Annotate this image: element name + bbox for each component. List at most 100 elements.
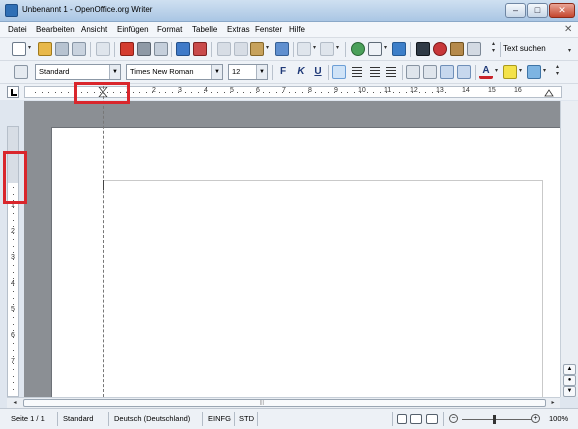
italic-button[interactable]: K xyxy=(294,65,308,79)
show-draw-functions-icon[interactable] xyxy=(392,42,406,56)
bold-button[interactable]: F xyxy=(276,65,290,79)
page-style-indicator[interactable]: Standard xyxy=(63,414,93,423)
numbering-icon[interactable] xyxy=(406,65,420,79)
ruler-tick xyxy=(41,92,43,93)
font-name-select[interactable]: Times New Roman ▼ xyxy=(126,64,223,80)
clone-formatting-icon[interactable] xyxy=(275,42,289,56)
data-sources-icon[interactable] xyxy=(467,42,481,56)
zoom-in-button[interactable]: + xyxy=(531,414,540,423)
selection-mode-indicator[interactable]: STD xyxy=(239,414,254,423)
email-icon[interactable] xyxy=(72,42,86,56)
spellcheck-icon[interactable] xyxy=(176,42,190,56)
page-preview-icon[interactable] xyxy=(154,42,168,56)
scroll-right-button[interactable]: ▸ xyxy=(548,399,558,407)
close-button[interactable]: ✕ xyxy=(549,3,575,18)
justify-icon[interactable] xyxy=(384,65,398,79)
menu-format[interactable]: Format xyxy=(157,25,182,34)
edit-file-icon[interactable] xyxy=(96,42,110,56)
scroll-left-button[interactable]: ◂ xyxy=(10,399,20,407)
redo-icon[interactable] xyxy=(320,42,334,56)
ruler-tick xyxy=(295,92,296,93)
styles-formatting-icon[interactable] xyxy=(14,65,28,79)
close-document-icon[interactable]: ✕ xyxy=(564,24,572,35)
background-color-icon[interactable] xyxy=(527,65,541,79)
zoom-level[interactable]: 100% xyxy=(549,414,568,423)
horizontal-scrollbar[interactable]: ◂ ||| ▸ xyxy=(7,397,560,408)
gallery-icon[interactable] xyxy=(450,42,464,56)
style-dropdown-arrow[interactable]: ▼ xyxy=(109,65,120,79)
font-dropdown-arrow[interactable]: ▼ xyxy=(211,65,222,79)
paragraph-style-select[interactable]: Standard ▼ xyxy=(35,64,121,80)
align-right-icon[interactable] xyxy=(367,65,381,79)
ruler-tick xyxy=(204,92,205,93)
minimize-button[interactable]: – xyxy=(505,3,526,18)
table-icon[interactable] xyxy=(368,42,382,56)
ruler-tick xyxy=(347,92,348,93)
hyperlink-icon[interactable] xyxy=(351,42,365,56)
ruler-tick xyxy=(13,343,14,344)
undo-icon[interactable] xyxy=(297,42,311,56)
ruler-tick xyxy=(334,92,335,93)
previous-page-button[interactable]: ▲ xyxy=(563,364,576,375)
new-document-icon[interactable] xyxy=(12,42,26,56)
menu-bar: Datei Bearbeiten Ansicht Einfügen Format… xyxy=(0,22,578,38)
menu-hilfe[interactable]: Hilfe xyxy=(289,25,305,34)
ruler-tick xyxy=(438,92,439,93)
ruler-tick xyxy=(13,252,14,253)
cut-icon[interactable] xyxy=(217,42,231,56)
tab-stop-selector-icon[interactable] xyxy=(7,86,19,98)
zoom-slider-thumb[interactable] xyxy=(493,415,496,424)
bullets-icon[interactable] xyxy=(423,65,437,79)
status-bar: Seite 1 / 1 Standard Deutsch (Deutschlan… xyxy=(0,408,578,429)
menu-ansicht[interactable]: Ansicht xyxy=(81,25,107,34)
save-icon[interactable] xyxy=(55,42,69,56)
font-size-select[interactable]: 12 ▼ xyxy=(228,64,268,80)
decrease-indent-icon[interactable] xyxy=(440,65,454,79)
multi-page-view-icon[interactable] xyxy=(410,414,422,424)
horizontal-scroll-thumb[interactable] xyxy=(23,399,546,407)
vertical-scrollbar[interactable]: ▲ ● ▼ xyxy=(560,101,578,397)
align-left-icon[interactable] xyxy=(332,65,346,79)
document-page[interactable] xyxy=(51,127,560,397)
ruler-tick xyxy=(171,92,173,93)
book-view-icon[interactable] xyxy=(426,414,438,424)
export-pdf-icon[interactable] xyxy=(120,42,134,56)
highlighting-icon[interactable] xyxy=(503,65,517,79)
next-page-button[interactable]: ▼ xyxy=(563,386,576,397)
ruler-tick xyxy=(13,245,14,247)
insert-mode-indicator[interactable]: EINFG xyxy=(208,414,231,423)
zoom-out-button[interactable]: − xyxy=(449,414,458,423)
increase-indent-icon[interactable] xyxy=(457,65,471,79)
menu-extras[interactable]: Extras xyxy=(227,25,250,34)
menu-einfuegen[interactable]: Einfügen xyxy=(117,25,149,34)
right-indent-marker-icon[interactable] xyxy=(544,88,554,97)
ruler-tick xyxy=(386,92,387,93)
menu-bearbeiten[interactable]: Bearbeiten xyxy=(36,25,75,34)
menu-tabelle[interactable]: Tabelle xyxy=(192,25,217,34)
standard-toolbar: ▾ ▾ ▾ ▾ ▾ ▴ ▾ Text suchen ▾ xyxy=(0,38,578,61)
paste-icon[interactable] xyxy=(250,42,264,56)
ruler-tick xyxy=(340,92,342,93)
language-indicator[interactable]: Deutsch (Deutschland) xyxy=(114,414,190,423)
print-icon[interactable] xyxy=(137,42,151,56)
page-indicator[interactable]: Seite 1 / 1 xyxy=(11,414,45,423)
find-replace-icon[interactable] xyxy=(416,42,430,56)
ruler-tick xyxy=(178,92,179,93)
open-icon[interactable] xyxy=(38,42,52,56)
menu-datei[interactable]: Datei xyxy=(8,25,27,34)
maximize-button[interactable]: □ xyxy=(527,3,548,18)
ruler-tick xyxy=(425,92,426,93)
menu-fenster[interactable]: Fenster xyxy=(255,25,282,34)
text-search-label[interactable]: Text suchen xyxy=(503,44,546,53)
align-center-icon[interactable] xyxy=(350,65,364,79)
ruler-tick xyxy=(399,92,400,93)
single-page-view-icon[interactable] xyxy=(397,414,407,424)
zoom-slider-track[interactable] xyxy=(462,419,532,420)
navigation-button[interactable]: ● xyxy=(563,375,576,386)
underline-button[interactable]: U xyxy=(311,65,325,79)
copy-icon[interactable] xyxy=(234,42,248,56)
autospellcheck-icon[interactable] xyxy=(193,42,207,56)
size-dropdown-arrow[interactable]: ▼ xyxy=(256,65,267,79)
navigator-icon[interactable] xyxy=(433,42,447,56)
font-color-icon[interactable]: A xyxy=(479,65,493,79)
